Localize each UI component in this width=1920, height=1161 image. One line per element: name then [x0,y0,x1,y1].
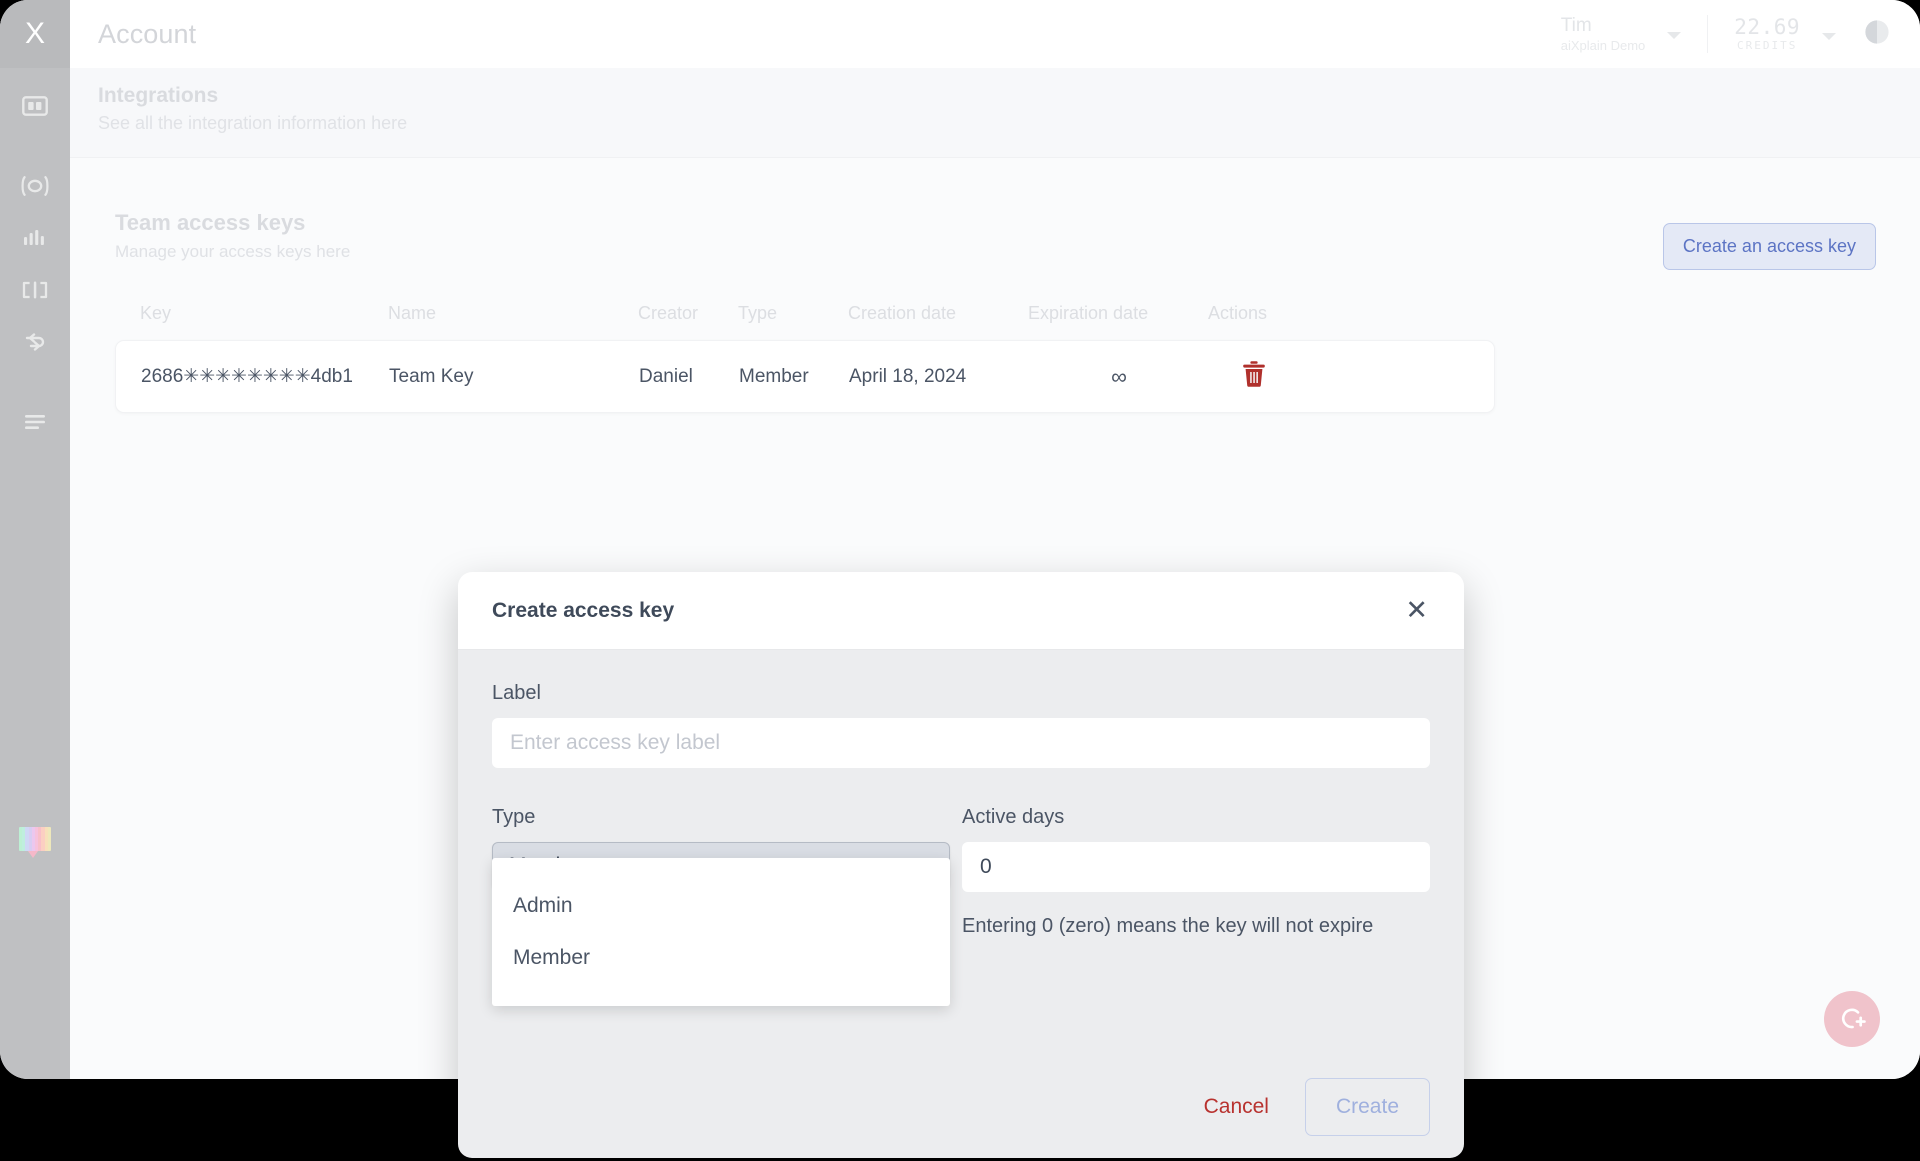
credits-label: CREDITS [1736,39,1798,53]
modal-body: Label Type Member Admin Member Active da… [458,650,1464,1136]
chat-bubble-icon[interactable] [19,827,51,858]
sidebar-item-discover[interactable] [0,160,70,212]
account-text: Tim aiXplain Demo [1560,14,1646,53]
column-header-creator: Creator [638,303,699,323]
page-title: Account [98,18,197,49]
chat-bubble-stripes [19,827,51,851]
create-access-key-modal: Create access key ✕ Label Type Member Ad… [458,572,1464,1158]
discover-icon [21,176,49,196]
sidebar-item-benchmark[interactable] [0,264,70,316]
account-menu[interactable]: Tim aiXplain Demo [1560,14,1682,53]
column-header-expiration-date: Expiration date [1028,303,1149,323]
access-keys-table: Key Name Creator Type Creation date Expi… [115,303,1495,413]
table-header-row: Key Name Creator Type Creation date Expi… [115,303,1495,340]
modal-actions: Cancel Create [1204,1078,1430,1136]
page-subheader: Integrations See all the integration inf… [70,68,1920,158]
sidebar-item-menu[interactable] [0,396,70,448]
column-header-creation-date: Creation date [848,303,957,323]
modal-title: Create access key [492,598,675,622]
divider [1707,15,1709,53]
menu-icon [25,415,45,429]
account-org: aiXplain Demo [1560,37,1646,53]
sidebar-item-pipelines[interactable] [0,316,70,368]
account-name: Tim [1560,14,1592,36]
column-header-actions: Actions [1208,303,1268,323]
section-title: Team access keys [115,210,306,235]
benchmark-icon [22,281,48,299]
chat-bubble-tail [28,851,38,858]
active-days-field-label: Active days [962,806,1065,828]
create-button[interactable]: Create [1304,1078,1430,1136]
delete-key-button[interactable] [1241,360,1267,391]
modal-row-type-days: Type Member Admin Member Active days Ent… [492,806,1430,1006]
table-row[interactable]: 2686✳✳✳✳✳✳✳✳4db1 Team Key Daniel Member … [115,340,1495,413]
sidebar-item-dashboard[interactable] [0,80,70,132]
section-description: Manage your access keys here [115,242,351,261]
create-access-key-button[interactable]: Create an access key [1662,223,1876,270]
top-bar-right: Tim aiXplain Demo 22.69 CREDITS [1561,0,1920,68]
type-field-group: Type Member Admin Member [492,806,962,1006]
cell-name: Team Key [389,365,474,387]
dashboard-icon [22,96,48,116]
credits-text: 22.69 CREDITS [1734,16,1800,52]
close-icon[interactable]: ✕ [1403,597,1430,624]
app-logo[interactable]: X [0,0,70,68]
access-key-label-input[interactable] [492,718,1430,768]
subheader-description: See all the integration information here [98,113,408,133]
column-header-name: Name [388,303,437,323]
cell-actions [1209,360,1299,394]
type-option-admin[interactable]: Admin [492,880,950,932]
cell-creator: Daniel [639,365,693,387]
subheader-title: Integrations [98,84,219,107]
contrast-circle-icon [1865,19,1889,44]
column-header-key: Key [140,303,172,323]
theme-toggle-button[interactable] [1864,19,1890,50]
label-field-label: Label [492,682,541,704]
chevron-down-icon[interactable] [1822,32,1836,40]
active-days-input[interactable] [962,842,1430,892]
logo-x-glyph: X [24,17,45,50]
infinity-symbol: ∞ [1111,363,1127,389]
add-circle-icon [1841,1008,1866,1029]
type-select-dropdown: Admin Member [492,858,950,1006]
type-option-member[interactable]: Member [492,932,950,984]
modal-header: Create access key ✕ [458,572,1464,650]
cell-creation-date: April 18, 2024 [849,365,967,387]
cell-type: Member [739,365,809,387]
sidebar-item-metrics[interactable] [0,212,70,264]
active-days-hint: Entering 0 (zero) means the key will not… [962,915,1374,937]
top-bar: Account Tim aiXplain Demo 22.69 CREDITS [70,0,1920,68]
active-days-field-group: Active days Entering 0 (zero) means the … [962,806,1430,941]
cell-expiration-date: ∞ [1029,364,1209,390]
cancel-button[interactable]: Cancel [1204,1095,1269,1119]
credits-menu[interactable]: 22.69 CREDITS [1734,16,1836,52]
pipelines-icon [25,333,45,351]
sidebar: X [0,0,70,1079]
trash-icon [1243,360,1265,387]
cell-key: 2686✳✳✳✳✳✳✳✳4db1 [141,366,353,387]
chevron-down-icon[interactable] [1667,32,1682,40]
metrics-icon [24,230,44,245]
column-header-type: Type [738,303,778,323]
section-header: Team access keys Manage your access keys… [115,210,350,262]
create-new-fab-button[interactable] [1824,991,1880,1047]
credits-value: 22.69 [1734,15,1800,40]
type-field-label: Type [492,806,536,828]
